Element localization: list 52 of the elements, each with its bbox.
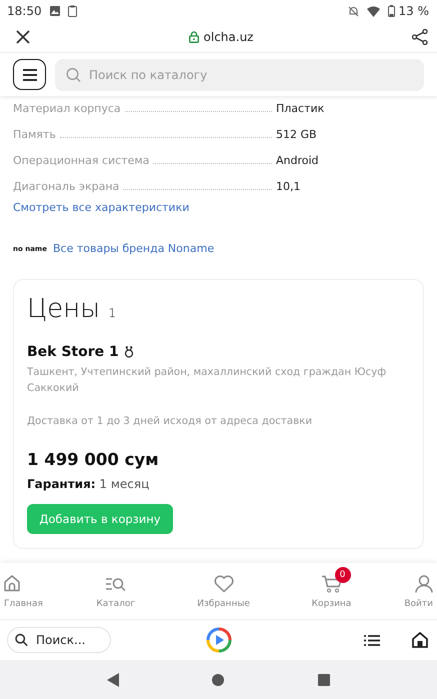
add-to-cart-button[interactable]: Добавить в корзину — [27, 504, 173, 534]
spec-value: Пластик — [276, 101, 326, 117]
spec-name: Материал корпуса — [13, 101, 121, 117]
home-circle-icon[interactable] — [212, 674, 224, 686]
warranty: Гарантия: 1 месяц — [27, 477, 150, 491]
price: 1 499 000 сум — [27, 450, 160, 469]
spec-value: 10,1 — [276, 179, 302, 195]
cart-icon — [322, 574, 342, 592]
heart-icon — [214, 574, 234, 592]
prices-title: Цены 1 — [27, 294, 117, 324]
status-time: 18:50 — [7, 4, 42, 18]
delivery-info: Доставка от 1 до 3 дней исходя от адреса доставки — [27, 414, 314, 429]
spec-value: 512 GB — [276, 127, 318, 143]
lock-icon — [188, 31, 199, 43]
nav-label[interactable]: Корзина — [312, 598, 352, 608]
wifi-icon — [366, 6, 380, 16]
spec-name: Операционная система — [13, 153, 150, 169]
store-name: Bek Store 1 — [27, 344, 119, 360]
menu-icon — [22, 68, 36, 80]
spec-value: Android — [276, 153, 320, 169]
home-icon[interactable] — [412, 632, 428, 648]
nav-label[interactable]: Главная — [4, 598, 43, 608]
spec-name: Диагональ экрана — [13, 179, 120, 195]
battery-percent: 13 % — [398, 4, 429, 18]
catalog-search-icon — [106, 576, 126, 590]
nav-label[interactable]: Войти — [404, 598, 433, 608]
award-icon — [124, 346, 134, 358]
menu-button[interactable] — [13, 59, 46, 90]
close-icon[interactable] — [16, 30, 30, 44]
search-icon — [66, 67, 81, 82]
browser-search-field[interactable]: Поиск... — [7, 627, 111, 653]
battery-icon — [388, 5, 394, 17]
clipboard-icon — [68, 5, 77, 17]
list-icon[interactable] — [364, 634, 380, 646]
share-icon[interactable] — [412, 29, 428, 45]
image-icon — [50, 6, 60, 16]
recents-icon[interactable] — [318, 674, 330, 686]
all-specs-link[interactable]: Смотреть все характеристики — [13, 201, 424, 214]
nav-label[interactable]: Избранные — [197, 598, 250, 608]
spec-name: Память — [13, 127, 56, 143]
brand-link[interactable]: Все товары бренда Noname — [52, 242, 214, 255]
store-address: Ташкент, Учтепинский район, махаллинский сход граждан Юсуф Саккокий — [27, 365, 388, 396]
home-icon — [4, 575, 20, 592]
url-text: olcha.uz — [204, 30, 254, 44]
search-icon — [15, 634, 28, 646]
muted-bell-icon — [348, 6, 358, 16]
back-icon[interactable] — [106, 672, 119, 686]
user-icon — [415, 574, 433, 592]
search-field[interactable]: Поиск по каталогу — [55, 58, 424, 90]
nav-label[interactable]: Каталог — [96, 598, 136, 608]
cart-count-badge: 0 — [334, 566, 350, 582]
play-circle-icon[interactable] — [206, 627, 232, 653]
